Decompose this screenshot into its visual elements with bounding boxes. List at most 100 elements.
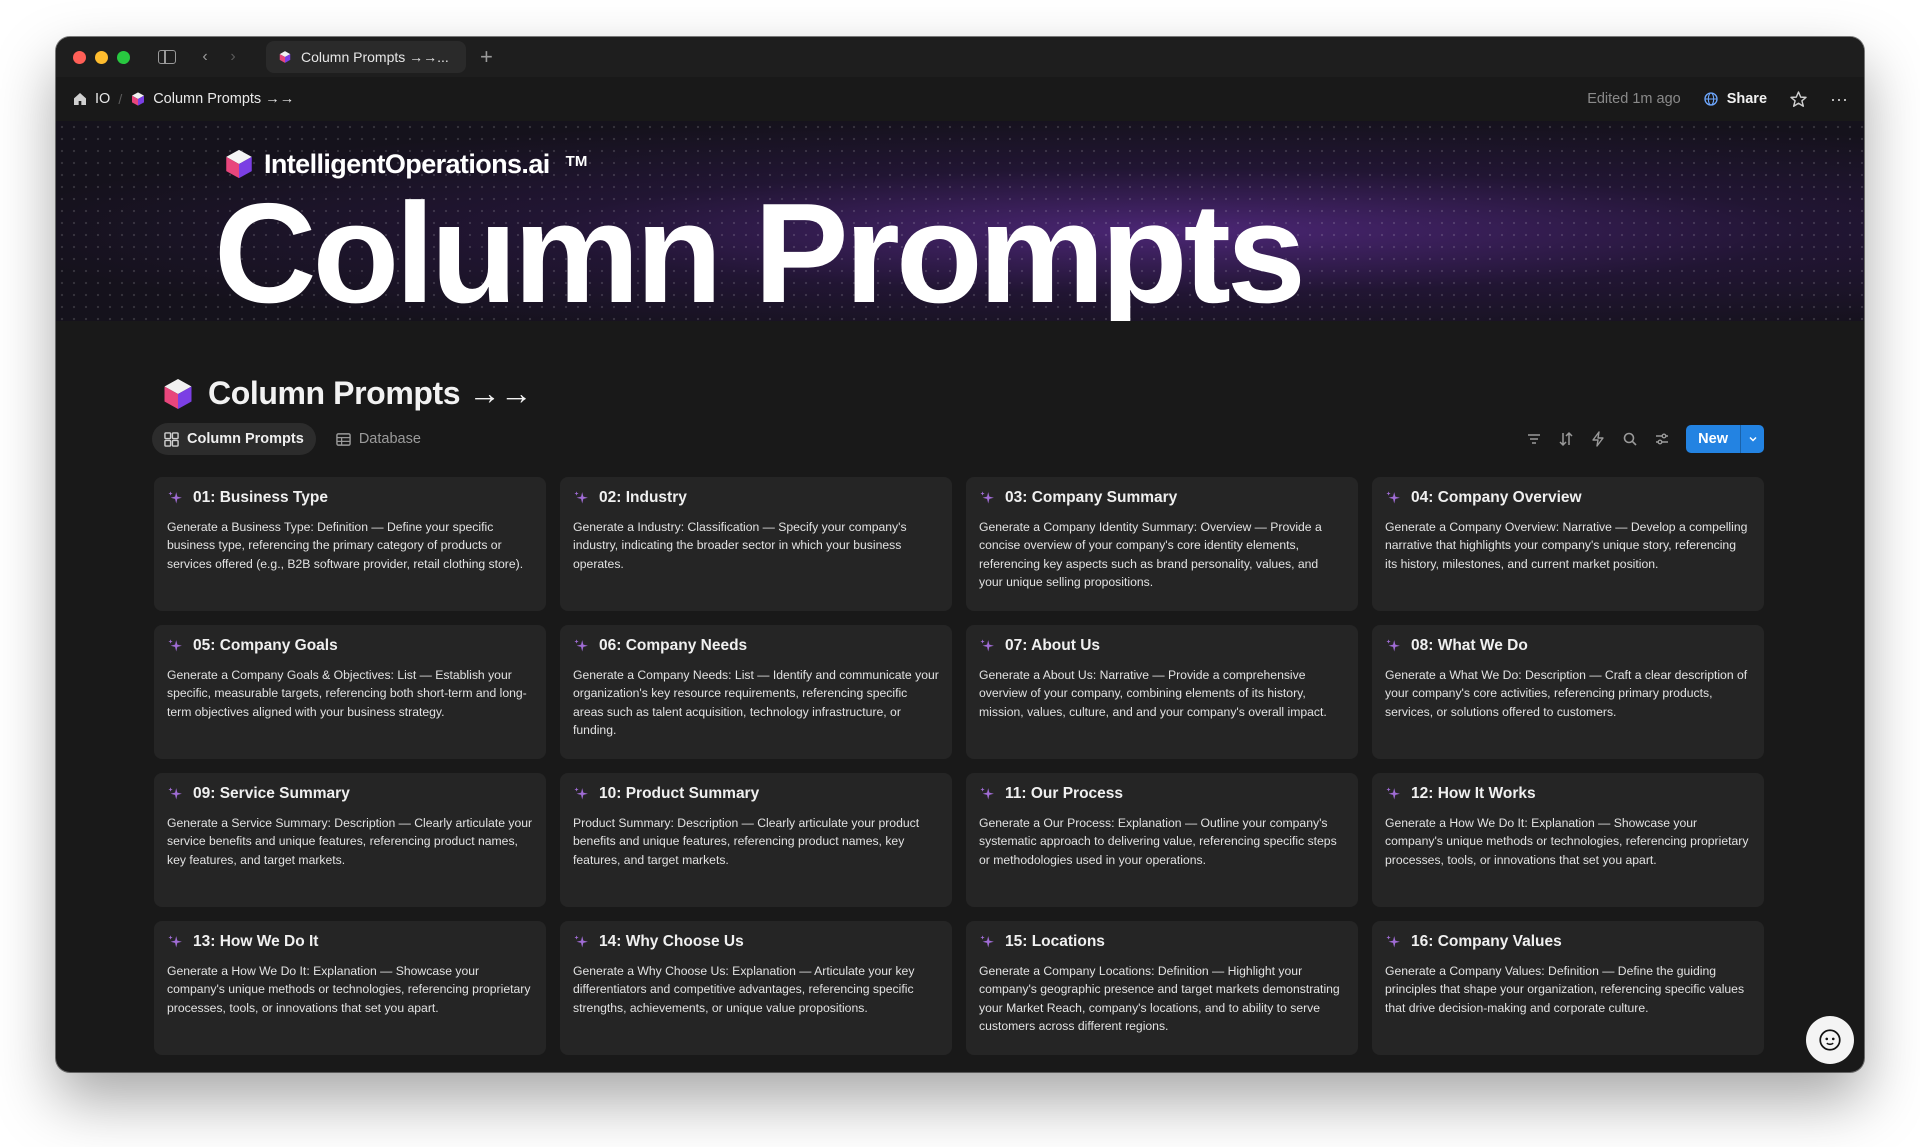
card-description: Generate a Company Goals & Objectives: L… <box>167 668 527 719</box>
new-button-label[interactable]: New <box>1686 425 1740 453</box>
cover-title: Column Prompts <box>214 174 1306 322</box>
gallery-card[interactable]: 16: Company Values Generate a Company Val… <box>1372 921 1764 1055</box>
sparkle-icon <box>168 490 182 503</box>
filter-icon[interactable] <box>1526 431 1542 447</box>
gallery-card[interactable]: 04: Company Overview Generate a Company O… <box>1372 477 1764 611</box>
more-options-icon[interactable]: ··· <box>1830 89 1848 110</box>
card-title: 11: Our Process <box>1005 785 1124 802</box>
card-header: 01: Business Type <box>167 489 533 507</box>
ai-assistant-face-icon <box>1819 1029 1841 1051</box>
sidebar-toggle-icon[interactable] <box>158 50 176 64</box>
card-description: Generate a Company Identity Summary: Ove… <box>979 520 1322 590</box>
automation-lightning-icon[interactable] <box>1590 431 1606 447</box>
table-icon <box>336 432 351 446</box>
view-tab-label: Database <box>358 431 421 447</box>
card-title: 04: Company Overview <box>1411 489 1582 506</box>
card-description: Generate a Company Needs: List — Identif… <box>573 668 939 738</box>
gallery-card[interactable]: 08: What We Do Generate a What We Do: Des… <box>1372 625 1764 759</box>
cube-logo-icon <box>132 92 145 106</box>
gallery-card[interactable]: 13: How We Do It Generate a How We Do It:… <box>154 921 546 1055</box>
star-icon[interactable] <box>1789 90 1808 109</box>
maximize-window-button[interactable] <box>117 50 130 64</box>
close-window-button[interactable] <box>73 50 86 64</box>
gallery-card[interactable]: 02: Industry Generate a Industry: Classif… <box>560 477 952 611</box>
back-arrow-icon[interactable]: ‹ <box>196 48 214 66</box>
chevron-down-icon[interactable] <box>1740 425 1764 453</box>
card-title: 02: Industry <box>599 489 687 506</box>
sparkle-icon <box>168 934 182 947</box>
sparkle-icon <box>574 638 588 651</box>
gallery-card[interactable]: 15: Locations Generate a Company Location… <box>966 921 1358 1055</box>
view-tab-column-prompts[interactable]: Column Prompts <box>152 423 316 455</box>
breadcrumb-separator: / <box>118 91 123 107</box>
sort-icon[interactable] <box>1558 431 1574 447</box>
title-bar: ‹ › Column Prompts →→... + <box>56 37 1864 77</box>
card-description: Generate a Business Type: Definition — D… <box>167 520 524 571</box>
minimize-window-button[interactable] <box>95 50 108 64</box>
card-description: Generate a Our Process: Explanation — Ou… <box>979 816 1337 867</box>
card-header: 06: Company Needs <box>573 637 939 655</box>
share-button[interactable]: Share <box>1703 91 1767 107</box>
search-icon[interactable] <box>1622 431 1638 447</box>
globe-icon <box>1704 92 1718 106</box>
gallery-grid: 01: Business Type Generate a Business Typ… <box>154 477 1764 1055</box>
window-controls <box>73 50 130 64</box>
card-title: 06: Company Needs <box>599 637 748 654</box>
gallery-card[interactable]: 14: Why Choose Us Generate a Why Choose U… <box>560 921 952 1055</box>
gallery-card[interactable]: 06: Company Needs Generate a Company Need… <box>560 625 952 759</box>
top-nav-actions: Edited 1m ago Share ··· <box>1587 89 1848 110</box>
card-description: Generate a Company Locations: Definition… <box>979 964 1340 1034</box>
gallery-card[interactable]: 11: Our Process Generate a Our Process: E… <box>966 773 1358 907</box>
card-header: 04: Company Overview <box>1385 489 1751 507</box>
gallery-card[interactable]: 05: Company Goals Generate a Company Goal… <box>154 625 546 759</box>
trademark-mark: TM <box>565 152 588 170</box>
gallery-card[interactable]: 03: Company Summary Generate a Company Id… <box>966 477 1358 611</box>
gallery-card[interactable]: 07: About Us Generate a About Us: Narrati… <box>966 625 1358 759</box>
gallery-card[interactable]: 09: Service Summary Generate a Service Su… <box>154 773 546 907</box>
card-header: 11: Our Process <box>979 785 1345 803</box>
browser-tab[interactable]: Column Prompts →→... <box>266 41 466 73</box>
new-tab-button[interactable]: + <box>480 44 493 70</box>
card-header: 13: How We Do It <box>167 933 533 951</box>
card-description: Generate a About Us: Narrative — Provide… <box>979 668 1327 719</box>
gallery-card[interactable]: 10: Product Summary Product Summary: Desc… <box>560 773 952 907</box>
settings-sliders-icon[interactable] <box>1654 431 1670 447</box>
card-header: 03: Company Summary <box>979 489 1345 507</box>
card-header: 15: Locations <box>979 933 1345 951</box>
card-header: 02: Industry <box>573 489 939 507</box>
breadcrumb-page-label: Column Prompts →→ <box>153 91 295 107</box>
breadcrumb-page[interactable]: Column Prompts →→ <box>130 91 294 107</box>
card-title: 08: What We Do <box>1411 637 1528 654</box>
breadcrumb-root[interactable]: IO <box>72 91 110 107</box>
card-title: 16: Company Values <box>1411 933 1562 950</box>
card-title: 15: Locations <box>1005 933 1105 950</box>
new-button[interactable]: New <box>1686 425 1764 453</box>
view-tabs: Column Prompts Database <box>152 423 433 455</box>
gallery-icon <box>164 431 179 447</box>
card-description: Generate a Why Choose Us: Explanation — … <box>573 964 915 1015</box>
card-header: 10: Product Summary <box>573 785 939 803</box>
sparkle-icon <box>168 786 182 799</box>
card-description: Generate a Service Summary: Description … <box>167 816 533 867</box>
page-title[interactable]: Column Prompts →→ <box>208 375 532 412</box>
card-title: 05: Company Goals <box>193 637 338 654</box>
page-heading: Column Prompts →→ <box>160 375 532 412</box>
database-toolbar: New <box>1526 425 1764 453</box>
card-description: Generate a How We Do It: Explanation — S… <box>1385 816 1749 867</box>
cube-logo-icon[interactable] <box>160 376 196 412</box>
card-title: 12: How It Works <box>1411 785 1536 802</box>
sparkle-icon <box>168 638 182 651</box>
card-header: 05: Company Goals <box>167 637 533 655</box>
help-assistant-button[interactable] <box>1806 1016 1854 1064</box>
card-header: 12: How It Works <box>1385 785 1751 803</box>
view-tab-database[interactable]: Database <box>324 423 433 455</box>
card-description: Generate a How We Do It: Explanation — S… <box>167 964 531 1015</box>
gallery-card[interactable]: 12: How It Works Generate a How We Do It:… <box>1372 773 1764 907</box>
edited-timestamp: Edited 1m ago <box>1587 91 1681 107</box>
tab-title: Column Prompts →→... <box>301 49 449 65</box>
card-description: Generate a Industry: Classification — Sp… <box>573 520 907 571</box>
gallery-card[interactable]: 01: Business Type Generate a Business Typ… <box>154 477 546 611</box>
card-title: 07: About Us <box>1005 637 1101 654</box>
forward-arrow-icon[interactable]: › <box>224 48 242 66</box>
card-description: Generate a Company Overview: Narrative —… <box>1385 520 1748 571</box>
